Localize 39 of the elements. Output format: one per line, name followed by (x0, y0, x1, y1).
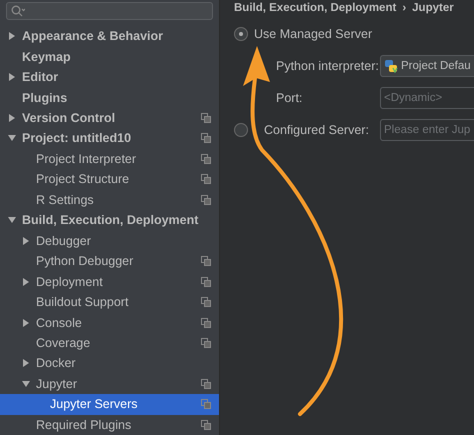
field-label: Port: (276, 91, 304, 105)
tree-item[interactable]: Docker (0, 353, 219, 374)
tree-item[interactable]: Project Interpreter (0, 148, 219, 170)
tree-item[interactable]: Version Control (0, 108, 219, 128)
tree-item[interactable]: Debugger (0, 230, 219, 251)
tree-item[interactable]: Deployment (0, 271, 219, 292)
tree-item[interactable]: Python Debugger (0, 250, 219, 272)
collapsed-arrow-icon[interactable] (22, 278, 30, 286)
tree-item[interactable]: Keymap (0, 46, 219, 67)
tree-item[interactable]: Plugins (0, 87, 219, 108)
collapsed-arrow-icon[interactable] (8, 114, 16, 122)
tree-item[interactable]: R Settings (0, 190, 219, 210)
tree-item[interactable]: Coverage (0, 332, 219, 354)
expanded-arrow-icon[interactable] (8, 134, 16, 142)
tree-item[interactable]: Jupyter (0, 374, 219, 394)
breadcrumb-text: › (402, 2, 406, 14)
collapsed-arrow-icon[interactable] (8, 32, 16, 40)
tree-item[interactable]: Project Structure (0, 169, 219, 190)
tree-item[interactable]: Editor (0, 66, 219, 88)
breadcrumb-text: Jupyter (412, 2, 454, 14)
breadcrumb-text: Build, Execution, Deployment (234, 2, 396, 14)
tree-item[interactable]: Build, Execution, Deployment (0, 210, 219, 231)
tree-item[interactable]: Project: untitled10 (0, 128, 219, 149)
collapsed-arrow-icon[interactable] (22, 359, 30, 368)
tree-item[interactable]: Jupyter Servers (0, 394, 219, 415)
radio-option[interactable]: Use Managed Server (234, 22, 474, 46)
tree-item[interactable]: Buildout Support (0, 292, 219, 312)
collapsed-arrow-icon[interactable] (8, 73, 16, 82)
search-icon (11, 5, 25, 17)
tree-item[interactable]: Console (0, 312, 219, 333)
interpreter-dropdown[interactable]: Project Defau (380, 55, 474, 77)
collapsed-arrow-icon[interactable] (22, 236, 30, 245)
expanded-arrow-icon[interactable] (8, 216, 16, 224)
tree-item[interactable]: Appearance & Behavior (0, 26, 219, 46)
python-icon (384, 59, 398, 73)
expanded-arrow-icon[interactable] (22, 380, 30, 388)
collapsed-arrow-icon[interactable] (22, 318, 30, 327)
search-field[interactable] (6, 2, 213, 20)
tree-item[interactable]: Required Plugins (0, 414, 219, 435)
